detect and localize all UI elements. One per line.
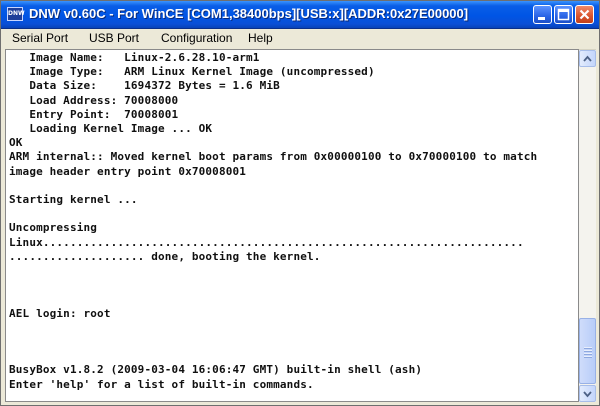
minimize-icon [538,17,545,20]
scroll-up-button[interactable] [579,50,596,67]
close-icon [579,9,590,20]
terminal-output[interactable]: Image Name: Linux-2.6.28.10-arm1 Image T… [5,49,579,402]
minimize-button[interactable] [533,5,552,24]
window-title: DNW v0.60C - For WinCE [COM1,38400bps][U… [29,6,469,21]
scroll-down-arrow-icon [583,391,592,398]
terminal-line: Starting kernel ... [9,193,138,206]
terminal-line: Entry Point: 70008001 [9,107,179,121]
menu-bar: Serial Port USB Port Configuration Help [2,29,598,47]
dnw-window: DNW DNW v0.60C - For WinCE [COM1,38400bp… [0,0,600,406]
maximize-icon [557,8,570,21]
terminal-line: Uncompressing [9,221,98,235]
menu-help[interactable]: Help [248,30,273,46]
app-icon[interactable]: DNW [7,7,25,21]
close-button[interactable] [575,5,594,24]
scroll-thumb[interactable] [579,318,596,384]
terminal-line: BusyBox v1.8.2 (2009-03-04 16:06:47 GMT)… [9,363,423,377]
terminal-line: Loading Kernel Image ... OK [9,122,213,135]
menu-serial-port[interactable]: Serial Port [12,30,68,46]
menu-configuration[interactable]: Configuration [161,30,232,46]
terminal-line: Enter 'help' for a list of built-in comm… [9,377,314,391]
scroll-up-arrow-icon [583,55,592,62]
terminal-line: image header entry point 0x70008001 [9,164,247,178]
terminal-line: Linux...................................… [9,235,524,249]
terminal-line: Load Address: 70008000 [9,93,179,107]
maximize-button[interactable] [554,5,573,24]
terminal-line: OK [9,136,23,150]
terminal-line: Image Name: Linux-2.6.28.10-arm1 [9,51,260,64]
terminal-line: Data Size: 1694372 Bytes = 1.6 MiB [9,79,280,93]
terminal-line: AEL login: root [9,306,111,320]
terminal-line: .................... done, booting the k… [9,249,321,263]
scroll-down-button[interactable] [579,385,596,402]
menu-usb-port[interactable]: USB Port [89,30,139,46]
terminal-line: ARM internal:: Moved kernel boot params … [9,150,538,164]
vertical-scrollbar[interactable] [579,49,596,402]
title-bar[interactable]: DNW DNW v0.60C - For WinCE [COM1,38400bp… [1,1,599,29]
terminal-line: Image Type: ARM Linux Kernel Image (unco… [9,65,375,79]
